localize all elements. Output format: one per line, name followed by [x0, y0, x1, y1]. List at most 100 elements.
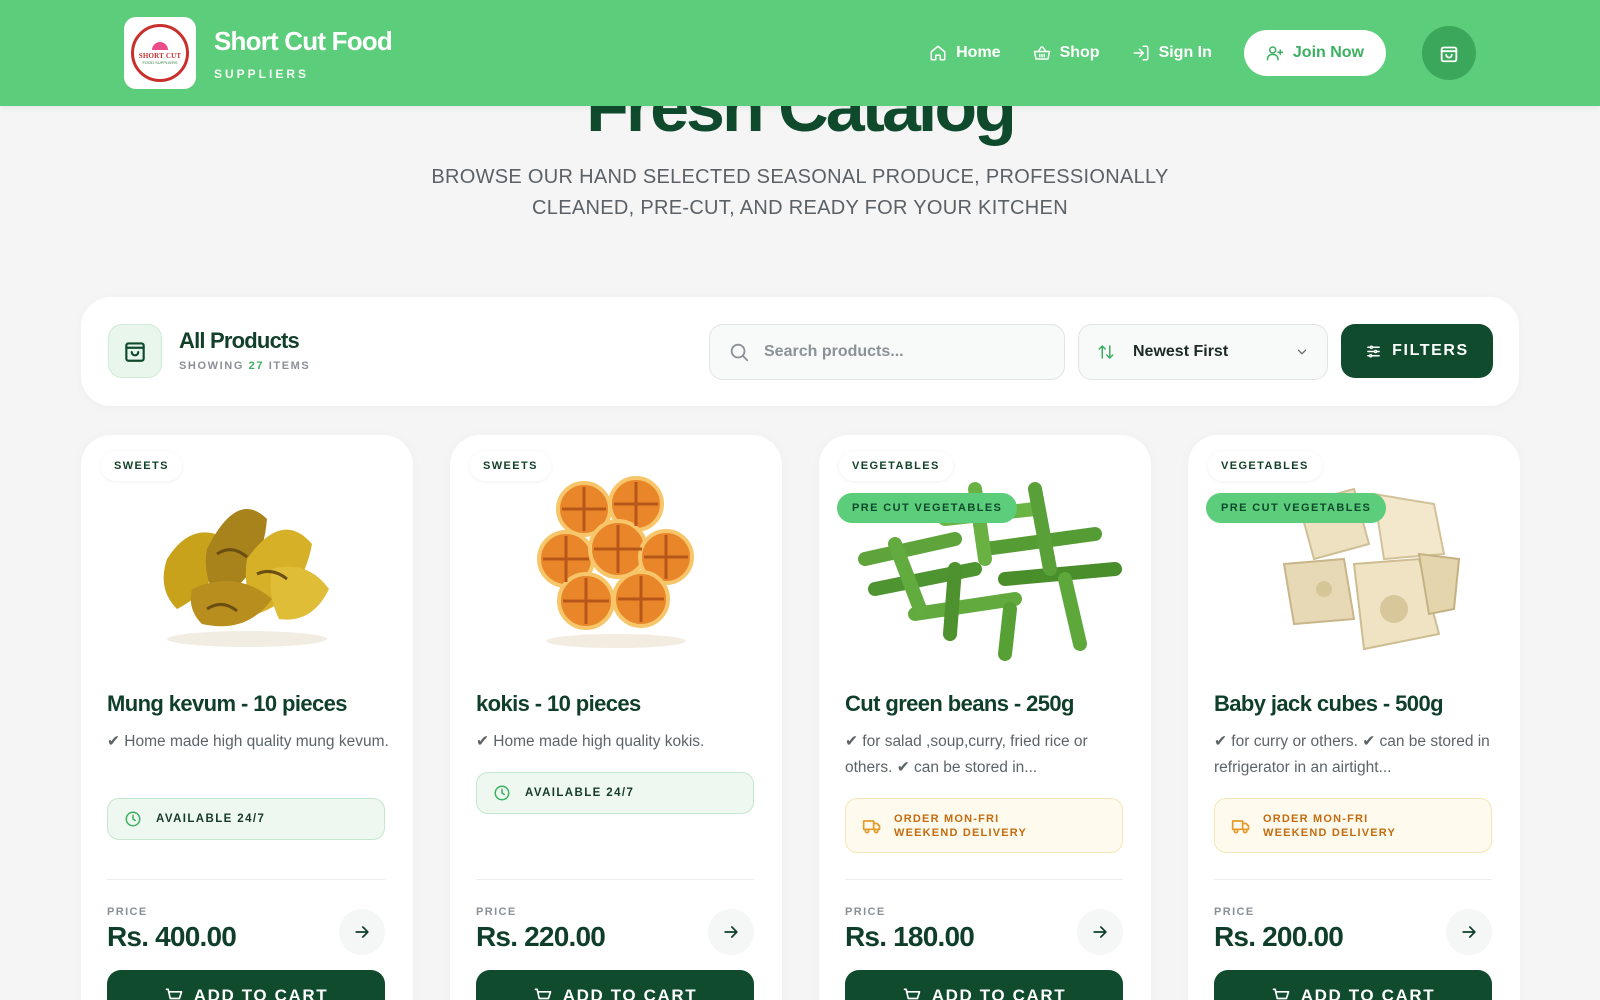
view-product-button[interactable] — [708, 909, 754, 955]
kokis-image — [537, 476, 694, 648]
product-image[interactable] — [81, 449, 413, 669]
product-price: Rs. 180.00 — [845, 921, 975, 952]
divider — [107, 879, 385, 880]
logo[interactable]: SHORT CUT FOOD SUPPLIERS — [124, 17, 196, 89]
clock-icon — [125, 811, 141, 827]
product-description: ✔ Home made high quality mung kevum. — [107, 733, 389, 750]
filters-label: FILTERS — [1392, 342, 1469, 359]
count-number: 27 — [248, 360, 265, 372]
pre-cut-badge: PRE CUT VEGETABLES — [1206, 493, 1387, 523]
cart-icon — [1272, 988, 1290, 1000]
arrow-right-icon — [355, 926, 369, 938]
add-to-cart-label: ADD TO CART — [562, 986, 698, 1000]
product-card[interactable]: VEGETABLES PRE CUT VEGETABLES Baby jack … — [1188, 435, 1520, 1000]
add-to-cart-label: ADD TO CART — [1300, 986, 1436, 1000]
logo-subtext: FOOD SUPPLIERS — [142, 59, 178, 65]
availability-text: AVAILABLE 24/7 — [525, 787, 635, 799]
price-label: PRICE — [107, 906, 148, 918]
delivery-badge: ORDER MON-FRI WEEKEND DELIVERY — [1214, 798, 1492, 853]
add-to-cart-button[interactable]: ADD TO CART — [107, 970, 385, 1000]
search-icon — [730, 343, 749, 362]
add-to-cart-button[interactable]: ADD TO CART — [1214, 970, 1492, 1000]
join-now-label: Join Now — [1292, 44, 1364, 61]
products-heading: All Products — [179, 328, 300, 353]
products-count: SHOWING 27 ITEMS — [179, 360, 310, 372]
basket-icon — [1033, 46, 1050, 60]
nav-shop-label: Shop — [1059, 44, 1100, 61]
price-label: PRICE — [1214, 906, 1255, 918]
category-badge: SWEETS — [470, 451, 551, 481]
delivery-line-2: WEEKEND DELIVERY — [894, 826, 1028, 839]
shopping-bag-icon — [1440, 46, 1458, 63]
price-label: PRICE — [845, 906, 886, 918]
brand-name: Short Cut Food — [214, 25, 393, 56]
sort-arrows-icon — [1098, 345, 1114, 359]
product-card[interactable]: VEGETABLES PRE CUT VEGETABLES Cut green … — [819, 435, 1151, 1000]
divider — [845, 879, 1123, 880]
nav-home[interactable]: Home — [929, 44, 1001, 62]
user-plus-icon — [1266, 46, 1284, 61]
product-image[interactable] — [450, 449, 782, 669]
search-box[interactable] — [709, 324, 1065, 380]
sort-select[interactable]: Newest First — [1078, 324, 1328, 380]
product-name[interactable]: Mung kevum - 10 pieces — [107, 691, 347, 717]
truck-icon — [1231, 819, 1250, 833]
arrow-right-icon — [1093, 926, 1107, 938]
divider — [476, 879, 754, 880]
chevron-down-icon — [1297, 349, 1307, 355]
logo-text: SHORT CUT — [138, 51, 182, 60]
nav-sign-in-label: Sign In — [1158, 44, 1212, 61]
delivery-line-1: ORDER MON-FRI — [894, 812, 1000, 825]
sign-in-icon — [1133, 45, 1149, 61]
add-to-cart-button[interactable]: ADD TO CART — [476, 970, 754, 1000]
view-product-button[interactable] — [1446, 909, 1492, 955]
product-description: ✔ for salad ,soup,curry, fried rice or o… — [845, 733, 1088, 776]
add-to-cart-button[interactable]: ADD TO CART — [845, 970, 1123, 1000]
availability-text: AVAILABLE 24/7 — [156, 813, 266, 825]
product-name[interactable]: Baby jack cubes - 500g — [1214, 691, 1444, 717]
clock-icon — [494, 785, 510, 801]
sliders-icon — [1367, 344, 1381, 358]
category-badge: VEGETABLES — [1208, 451, 1322, 481]
product-image[interactable] — [1188, 449, 1520, 669]
sort-value: Newest First — [1133, 343, 1229, 360]
cart-icon — [534, 988, 552, 1000]
product-price: Rs. 220.00 — [476, 921, 606, 952]
delivery-badge: ORDER MON-FRI WEEKEND DELIVERY — [845, 798, 1123, 853]
nav-sign-in[interactable]: Sign In — [1132, 44, 1212, 62]
cart-icon — [903, 988, 921, 1000]
availability-badge: AVAILABLE 24/7 — [107, 798, 385, 840]
add-to-cart-label: ADD TO CART — [931, 986, 1067, 1000]
cart-button[interactable] — [1422, 26, 1476, 80]
product-description: ✔ for curry or others. ✔ can be stored i… — [1214, 733, 1490, 776]
product-price: Rs. 200.00 — [1214, 921, 1344, 952]
pre-cut-badge: PRE CUT VEGETABLES — [837, 493, 1018, 523]
product-price: Rs. 400.00 — [107, 921, 237, 952]
view-product-button[interactable] — [339, 909, 385, 955]
truck-icon — [862, 819, 881, 833]
product-image[interactable] — [819, 449, 1151, 669]
add-to-cart-label: ADD TO CART — [193, 986, 329, 1000]
product-card[interactable]: SWEETS Mung kevum - 10 pieces ✔ Home mad… — [81, 435, 413, 1000]
home-icon — [930, 45, 946, 61]
category-badge: SWEETS — [101, 451, 182, 481]
count-prefix: SHOWING — [179, 360, 244, 372]
view-product-button[interactable] — [1077, 909, 1123, 955]
product-card[interactable]: SWEETS kokis - 10 pieces ✔ Home made hig… — [450, 435, 782, 1000]
page-subtitle: BROWSE OUR HAND SELECTED SEASONAL PRODUC… — [431, 166, 1169, 219]
delivery-line-1: ORDER MON-FRI — [1263, 812, 1369, 825]
availability-badge: AVAILABLE 24/7 — [476, 772, 754, 814]
nav-shop[interactable]: Shop — [1033, 44, 1100, 62]
nav-home-label: Home — [956, 44, 1001, 61]
main-nav: Home Shop Sign In Join Now — [897, 26, 1476, 80]
product-name[interactable]: kokis - 10 pieces — [476, 691, 641, 717]
product-name[interactable]: Cut green beans - 250g — [845, 691, 1074, 717]
search-input[interactable] — [764, 343, 1034, 361]
logo-seal: SHORT CUT FOOD SUPPLIERS — [131, 24, 189, 82]
join-now-button[interactable]: Join Now — [1243, 30, 1386, 76]
site-header: SHORT CUT FOOD SUPPLIERS Short Cut Food … — [0, 0, 1600, 106]
filters-button[interactable]: FILTERS — [1341, 324, 1493, 378]
catalog-toolbar: All Products SHOWING 27 ITEMS Newest Fir… — [81, 297, 1519, 406]
brand[interactable]: Short Cut Food SUPPLIERS — [214, 25, 393, 81]
arrow-right-icon — [724, 926, 738, 938]
